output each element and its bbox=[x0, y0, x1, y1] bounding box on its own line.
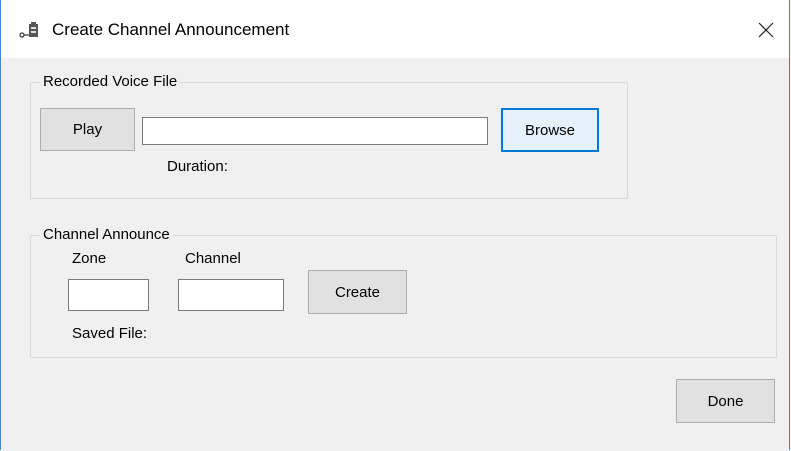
create-button[interactable]: Create bbox=[308, 270, 407, 314]
channel-input[interactable] bbox=[178, 279, 284, 311]
close-icon bbox=[758, 22, 774, 38]
zone-input[interactable] bbox=[68, 279, 149, 311]
voice-file-path-input[interactable] bbox=[142, 117, 488, 145]
close-button[interactable] bbox=[743, 8, 789, 52]
channel-label: Channel bbox=[185, 250, 241, 267]
duration-label: Duration: bbox=[167, 158, 228, 175]
zone-label: Zone bbox=[72, 250, 107, 267]
channel-announce-group-label: Channel Announce bbox=[40, 226, 173, 243]
recorded-voice-file-group-label: Recorded Voice File bbox=[40, 73, 181, 90]
dialog-window: Create Channel Announcement Recorded Voi… bbox=[0, 0, 790, 450]
title-bar: Create Channel Announcement bbox=[1, 0, 789, 58]
speaker-icon bbox=[19, 21, 41, 39]
play-button[interactable]: Play bbox=[40, 108, 135, 151]
window-title: Create Channel Announcement bbox=[52, 20, 290, 39]
done-button[interactable]: Done bbox=[676, 379, 775, 423]
saved-file-label: Saved File: bbox=[72, 325, 148, 342]
browse-button[interactable]: Browse bbox=[501, 108, 599, 152]
